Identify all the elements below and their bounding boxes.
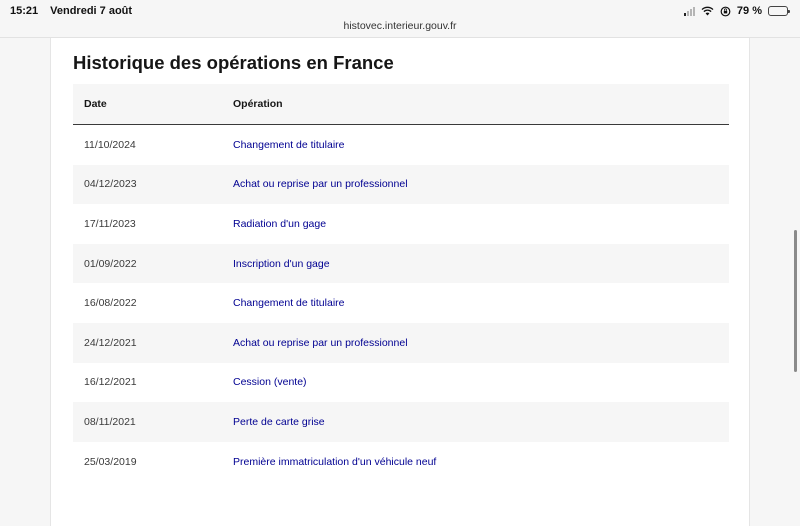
- row-date: 24/12/2021: [84, 336, 137, 349]
- wifi-icon: [701, 6, 714, 16]
- table-row: 16/12/2021 Cession (vente): [73, 363, 729, 403]
- operations-table: Date Opération 11/10/2024 Changement de …: [73, 84, 729, 481]
- orientation-lock-icon: [720, 6, 731, 16]
- battery-icon: [768, 6, 790, 16]
- table-row: 24/12/2021 Achat ou reprise par un profe…: [73, 322, 729, 363]
- row-date: 11/10/2024: [84, 138, 136, 151]
- row-operation-link[interactable]: Cession (vente): [233, 376, 729, 388]
- status-bar: 15:21 Vendredi 7 août 79 %: [0, 0, 800, 22]
- table-row: 25/03/2019 Première immatriculation d'un…: [73, 442, 729, 482]
- table-row: 04/12/2023 Achat ou reprise par un profe…: [73, 164, 729, 205]
- status-left: 15:21 Vendredi 7 août: [10, 5, 132, 17]
- table-row: 17/11/2023 Radiation d'un gage: [73, 204, 729, 244]
- row-date: 16/08/2022: [84, 297, 137, 310]
- row-operation-link[interactable]: Radiation d'un gage: [233, 218, 729, 230]
- table-row: 16/08/2022 Changement de titulaire: [73, 283, 729, 323]
- row-operation-link[interactable]: Changement de titulaire: [233, 139, 729, 151]
- row-date: 16/12/2021: [84, 376, 137, 389]
- header-date: Date: [84, 98, 107, 110]
- page-title: Historique des opérations en France: [73, 52, 394, 73]
- row-operation-link[interactable]: Perte de carte grise: [233, 416, 729, 428]
- address-bar[interactable]: histovec.interieur.gouv.fr: [0, 20, 800, 37]
- status-right: 79 %: [683, 5, 790, 17]
- signal-icon: [683, 6, 695, 16]
- scrollbar[interactable]: [794, 230, 797, 372]
- row-operation-link[interactable]: Achat ou reprise par un professionnel: [233, 178, 729, 190]
- row-date: 17/11/2023: [84, 217, 136, 230]
- status-date: Vendredi 7 août: [50, 5, 133, 17]
- table-header: Date Opération: [73, 84, 729, 125]
- content-card: Historique des opérations en France Date…: [50, 38, 750, 526]
- address-bar-url: histovec.interieur.gouv.fr: [343, 20, 457, 32]
- header-operation: Opération: [233, 98, 283, 110]
- row-date: 01/09/2022: [84, 257, 137, 270]
- table-row: 01/09/2022 Inscription d'un gage: [73, 243, 729, 284]
- row-operation-link[interactable]: Changement de titulaire: [233, 297, 729, 309]
- row-operation-link[interactable]: Première immatriculation d'un véhicule n…: [233, 456, 729, 468]
- row-date: 25/03/2019: [84, 455, 137, 468]
- row-date: 08/11/2021: [84, 415, 136, 428]
- table-row: 08/11/2021 Perte de carte grise: [73, 402, 729, 442]
- status-time: 15:21: [10, 5, 39, 17]
- row-operation-link[interactable]: Achat ou reprise par un professionnel: [233, 337, 729, 349]
- web-viewport: Historique des opérations en France Date…: [0, 37, 800, 526]
- row-operation-link[interactable]: Inscription d'un gage: [233, 258, 729, 270]
- row-date: 04/12/2023: [84, 178, 137, 191]
- battery-percent: 79 %: [736, 5, 762, 17]
- table-row: 11/10/2024 Changement de titulaire: [73, 125, 729, 165]
